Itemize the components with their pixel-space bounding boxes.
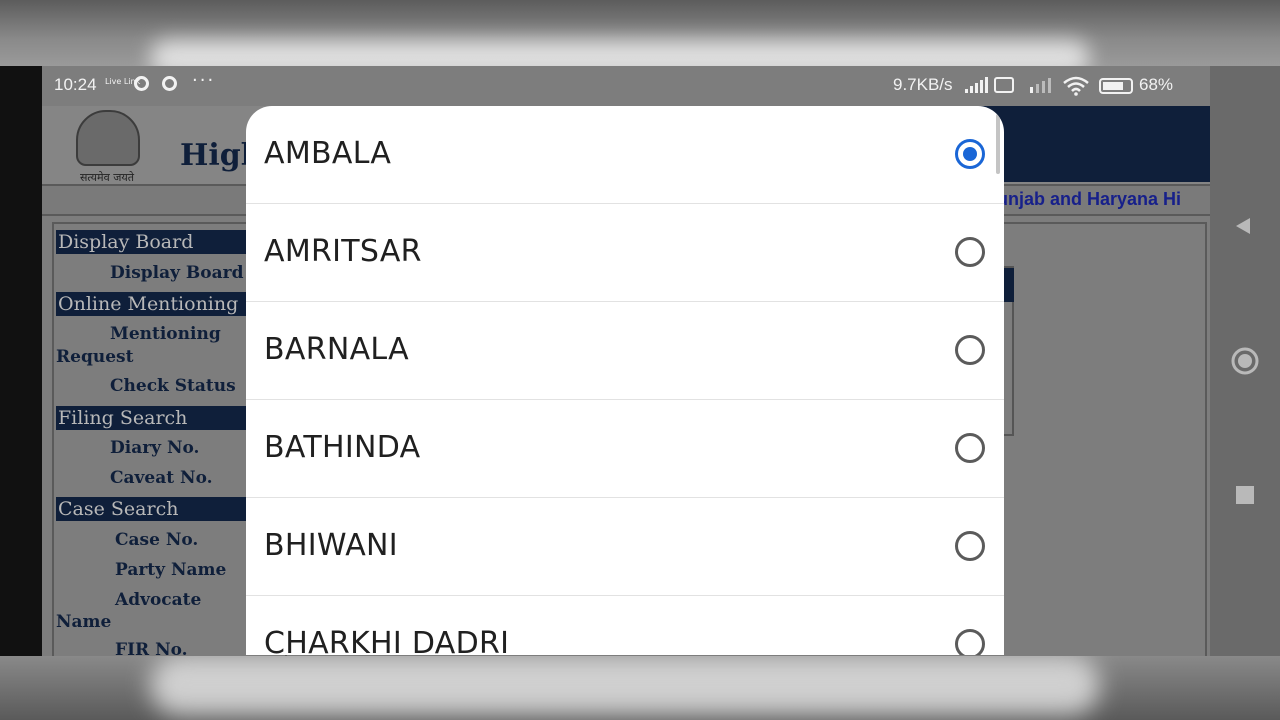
option-label: AMBALA [264, 136, 392, 171]
clock: 10:24 [54, 75, 97, 94]
option-barnala[interactable]: BARNALA [246, 302, 1004, 400]
recents-icon[interactable] [1234, 484, 1256, 506]
radio-unselected-icon[interactable] [955, 237, 985, 267]
radio-selected-icon[interactable] [955, 139, 985, 169]
sidebar-section-case-search: Case Search [56, 497, 256, 521]
option-bhiwani[interactable]: BHIWANI [246, 498, 1004, 596]
4g-signal-icon [1030, 78, 1051, 93]
option-ambala[interactable]: AMBALA [246, 106, 1004, 204]
back-icon[interactable] [1232, 214, 1256, 238]
signal-icon [965, 77, 988, 93]
status-bar: 10:24 Live Link ··· 9.7KB/s 68% [42, 66, 1210, 106]
radio-unselected-icon[interactable] [955, 531, 985, 561]
option-label: AMRITSAR [264, 234, 422, 269]
option-bathinda[interactable]: BATHINDA [246, 400, 1004, 498]
sidebar-section-filing-search: Filing Search [56, 406, 256, 430]
blurred-top-band [0, 0, 1280, 76]
option-label: BHIWANI [264, 528, 398, 563]
sidebar-link-case-no[interactable]: Case No. [115, 530, 198, 550]
sidebar-link-advocate[interactable]: Advocate [115, 590, 201, 610]
district-picker-dialog: AMBALA AMRITSAR BARNALA BATHINDA BHIWANI… [246, 106, 1004, 655]
navigation-bar [1210, 66, 1280, 656]
screen-recording-frame: High सत्यमेव जयते unjab and Haryana Hi D… [0, 0, 1280, 720]
option-label: CHARKHI DADRI [264, 626, 510, 655]
sidebar-section-online-mentioning: Online Mentioning [56, 292, 256, 316]
network-speed: 9.7KB/s [893, 75, 953, 94]
battery-percent: 68% [1139, 75, 1174, 94]
sidebar-section-display-board: Display Board [56, 230, 256, 254]
option-charkhi-dadri[interactable]: CHARKHI DADRI [246, 596, 1004, 655]
sidebar-link-display-board[interactable]: Display Board [110, 263, 244, 283]
sidebar-link-request[interactable]: Request [56, 347, 133, 367]
sidebar-link-caveat-no[interactable]: Caveat No. [110, 468, 213, 488]
radio-unselected-icon[interactable] [955, 433, 985, 463]
option-label: BARNALA [264, 332, 409, 367]
emblem-icon [76, 110, 140, 166]
sidebar-link-party-name[interactable]: Party Name [115, 560, 226, 580]
sidebar-link-check-status[interactable]: Check Status [110, 376, 236, 396]
sidebar-link-advocate-name[interactable]: Name [56, 612, 111, 632]
sidebar-link-diary-no[interactable]: Diary No. [110, 438, 199, 458]
radio-unselected-icon[interactable] [955, 629, 985, 655]
volte-icon [994, 77, 1014, 93]
option-label: BATHINDA [264, 430, 421, 465]
marquee-text: unjab and Haryana Hi [997, 189, 1182, 209]
blurred-bottom-band [0, 655, 1280, 720]
wifi-icon [1063, 76, 1089, 96]
sidebar-link-mentioning[interactable]: Mentioning [110, 324, 221, 344]
sidebar-link-fir-no[interactable]: FIR No. [115, 640, 188, 656]
battery-icon [1099, 78, 1133, 94]
option-amritsar[interactable]: AMRITSAR [246, 204, 1004, 302]
radio-unselected-icon[interactable] [955, 335, 985, 365]
left-border [0, 66, 42, 656]
more-notifications-icon: ··· [192, 70, 216, 91]
chrome-icon [134, 76, 149, 91]
chrome-icon [162, 76, 177, 91]
home-icon[interactable] [1230, 346, 1260, 376]
emblem-motto: सत्यमेव जयते [80, 171, 135, 184]
